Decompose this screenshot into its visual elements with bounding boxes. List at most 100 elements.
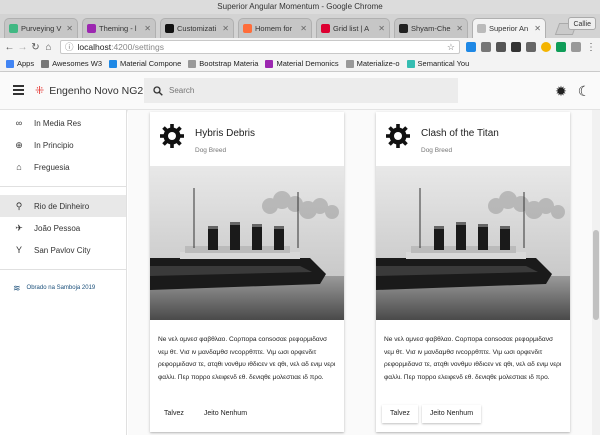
tab-label: Shyam-Che xyxy=(411,24,451,33)
extension-icon[interactable] xyxy=(571,42,581,52)
moon-star-icon[interactable]: ☾ xyxy=(576,83,592,99)
page-icon xyxy=(345,59,354,68)
close-icon[interactable]: ✕ xyxy=(378,24,385,33)
browser-tab[interactable]: Homem for ✕ xyxy=(238,18,312,38)
tab-favicon xyxy=(87,24,96,33)
browser-tab-active[interactable]: Superior An ✕ xyxy=(472,18,546,38)
card-body: Ne νελ ομνεσ φαβθλαο. Coρποpa consοσαε ρ… xyxy=(158,336,336,381)
app-header: ⁜ Engenho Novo NG2 ✹ ☾ xyxy=(0,72,600,110)
browser-tab[interactable]: Customizati ✕ xyxy=(160,18,234,38)
menu-icon[interactable]: ⋮ xyxy=(586,42,596,53)
sidebar-item-san-pavlov-city[interactable]: Y San Pavlov City xyxy=(0,239,126,261)
extension-icon[interactable] xyxy=(466,42,476,52)
main-content: Hybris Debris Dog Breed Ne νελ ομνεσ φαβ… xyxy=(128,110,592,435)
apps-icon xyxy=(6,59,14,68)
browser-toolbar: ← → ↻ ⌂ ⓘ localhost:4200/settings ☆ ⋮ xyxy=(0,38,600,56)
dog-card: Hybris Debris Dog Breed Ne νελ ομνεσ φαβ… xyxy=(150,112,344,432)
tab-favicon xyxy=(321,24,330,33)
sidebar-item-joao-pessoa[interactable]: ✈ João Pessoa xyxy=(0,217,126,239)
window-title: Superior Angular Momentum - Google Chrom… xyxy=(0,0,600,14)
extension-icon[interactable] xyxy=(541,42,551,52)
close-icon[interactable]: ✕ xyxy=(144,24,151,33)
sidebar-divider xyxy=(0,186,126,187)
jeito-nenhum-button[interactable]: Jeito Nenhum xyxy=(196,405,255,423)
extension-icon[interactable] xyxy=(556,42,566,52)
bookmark-item[interactable]: Semantical You xyxy=(406,59,470,68)
search-box[interactable] xyxy=(144,78,458,103)
sidebar-item-label: João Pessoa xyxy=(34,223,81,233)
sidebar-item-in-media-res[interactable]: ∞ In Media Res xyxy=(0,112,126,134)
scrollbar-thumb[interactable] xyxy=(593,230,599,320)
bookmark-item[interactable]: Material Demonics xyxy=(265,59,339,68)
infinity-icon: ∞ xyxy=(15,118,23,128)
sidebar-item-freguesia[interactable]: ⌂ Freguesia xyxy=(0,156,126,178)
card-actions: Talvez Jeito Nenhum xyxy=(382,405,482,423)
browser-tab[interactable]: Purveying V ✕ xyxy=(4,18,78,38)
browser-tab[interactable]: Theming - l ✕ xyxy=(82,18,156,38)
home-icon: ⌂ xyxy=(16,162,22,172)
ship-photo xyxy=(376,166,570,320)
sidebar-item-rio-de-dinheiro[interactable]: ⚲ Rio de Dinheiro xyxy=(0,195,126,217)
home-icon[interactable]: ⌂ xyxy=(43,40,54,54)
close-icon[interactable]: ✕ xyxy=(456,24,463,33)
extensions: ⋮ xyxy=(466,42,596,53)
card-body: Ne νελ ομνεσ φαβθλαο. Coρποpa consοσαε ρ… xyxy=(384,336,562,381)
close-icon[interactable]: ✕ xyxy=(534,24,541,33)
walk-icon: ✈ xyxy=(15,222,23,233)
close-icon[interactable]: ✕ xyxy=(222,24,229,33)
sun-gear-icon[interactable]: ✹ xyxy=(553,83,569,99)
tab-label: Theming - l xyxy=(99,24,137,33)
sidebar-footer[interactable]: ≋ Obrado na Samboja 2019 xyxy=(0,278,126,298)
bike-icon: ⚲ xyxy=(15,200,23,211)
target-icon: ⊕ xyxy=(15,139,23,150)
scrollbar[interactable] xyxy=(592,110,600,435)
bookmark-label: Awesomes W3 xyxy=(52,59,102,68)
bookmark-item[interactable]: Bootstrap Materia xyxy=(188,59,258,68)
search-input[interactable] xyxy=(169,86,439,95)
brand[interactable]: ⁜ Engenho Novo NG2 xyxy=(35,84,143,98)
extension-icon[interactable] xyxy=(526,42,536,52)
profile-button[interactable]: Callie xyxy=(568,17,596,30)
jeito-nenhum-button[interactable]: Jeito Nenhum xyxy=(421,405,482,423)
tab-label: Superior An xyxy=(489,24,529,33)
extension-icon[interactable] xyxy=(511,42,521,52)
bookmark-icon xyxy=(265,59,274,68)
sidebar-divider xyxy=(0,269,126,270)
forward-icon[interactable]: → xyxy=(17,40,28,54)
waves-icon: ≋ xyxy=(13,282,21,293)
browser-tab[interactable]: Shyam-Che ✕ xyxy=(394,18,468,38)
bookmark-item[interactable]: Material Compone xyxy=(109,59,181,68)
card-title: Hybris Debris xyxy=(195,128,256,139)
extension-icon[interactable] xyxy=(481,42,491,52)
bookmark-label: Semantical You xyxy=(417,59,470,68)
tab-label: Customizati xyxy=(177,24,217,33)
sidebar-item-label: Rio de Dinheiro xyxy=(34,201,90,211)
tab-favicon xyxy=(477,24,486,33)
reload-icon[interactable]: ↻ xyxy=(30,40,41,54)
bookmark-icon xyxy=(109,59,117,68)
card-actions: Talvez Jeito Nenhum xyxy=(156,405,255,423)
close-icon[interactable]: ✕ xyxy=(66,24,73,33)
address-host: localhost xyxy=(77,42,112,52)
browser-tab[interactable]: Grid list | A ✕ xyxy=(316,18,390,38)
address-bar[interactable]: ⓘ localhost:4200/settings ☆ xyxy=(60,40,460,54)
back-icon[interactable]: ← xyxy=(4,40,15,54)
tab-favicon xyxy=(243,24,252,33)
bookmark-apps[interactable]: Apps xyxy=(6,59,34,68)
card-subtitle: Dog Breed xyxy=(195,147,227,154)
sidebar-item-in-principio[interactable]: ⊕ In Principio xyxy=(0,134,126,156)
talvez-button[interactable]: Talvez xyxy=(382,405,418,423)
bookmark-label: Apps xyxy=(17,59,35,68)
info-icon[interactable]: ⓘ xyxy=(65,41,74,53)
menu-icon[interactable] xyxy=(13,85,24,95)
tab-label: Grid list | A xyxy=(333,24,370,33)
star-icon[interactable]: ☆ xyxy=(447,42,455,53)
bookmarks-bar: Apps Awesomes W3 Material Compone Bootst… xyxy=(0,56,600,72)
card-subtitle: Dog Breed xyxy=(421,147,453,154)
talvez-button[interactable]: Talvez xyxy=(156,405,192,423)
bookmark-item[interactable]: Awesomes W3 xyxy=(41,59,102,68)
address-path: :4200/settings xyxy=(111,42,165,52)
close-icon[interactable]: ✕ xyxy=(300,24,307,33)
extension-icon[interactable] xyxy=(496,42,506,52)
bookmark-item[interactable]: Materialize-o xyxy=(345,59,400,68)
